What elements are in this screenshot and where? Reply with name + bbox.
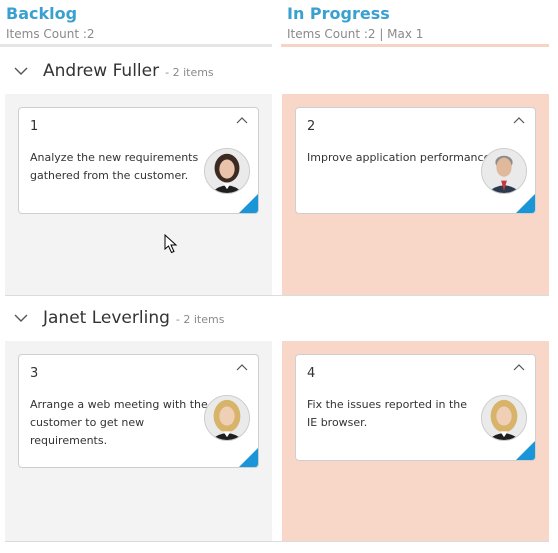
column-count: Items Count :2 <box>6 27 95 41</box>
swimlane-count: - 2 items <box>165 66 214 79</box>
card-corner-marker <box>516 441 535 460</box>
woman-avatar-icon <box>204 148 250 194</box>
card-3[interactable]: 3 Arrange a web meeting with the custome… <box>18 354 259 468</box>
card-corner-marker <box>239 194 258 213</box>
chevron-up-icon[interactable] <box>513 363 525 373</box>
card-4[interactable]: 4 Fix the issues reported in the IE brow… <box>295 354 536 461</box>
card-id: 2 <box>307 119 316 134</box>
chevron-up-icon[interactable] <box>236 116 248 126</box>
swimlane-divider <box>5 295 549 296</box>
mouse-cursor-icon <box>164 234 178 254</box>
cell-backlog-andrew-fuller: 1 Analyze the new requirements gathered … <box>5 94 272 295</box>
man-avatar-icon <box>481 148 527 194</box>
chevron-up-icon[interactable] <box>513 116 525 126</box>
column-title: In Progress <box>287 4 390 23</box>
column-count: Items Count :2 | Max 1 <box>287 27 424 41</box>
column-header-backlog: Backlog Items Count :2 <box>0 0 272 48</box>
chevron-down-icon[interactable] <box>13 310 29 326</box>
column-bar <box>0 44 272 47</box>
cell-backlog-janet-leverling: 3 Arrange a web meeting with the custome… <box>5 341 272 541</box>
swimlane-header-janet-leverling[interactable]: Janet Leverling - 2 items <box>0 298 549 342</box>
card-id: 4 <box>307 366 316 381</box>
card-text: Improve application performance <box>307 151 491 164</box>
swimlane-name: Janet Leverling <box>43 308 170 328</box>
card-text: Arrange a web meeting with the customer … <box>30 398 208 447</box>
blonde-woman-avatar-icon <box>481 395 527 441</box>
card-text: Analyze the new requirements gathered fr… <box>30 151 199 182</box>
card-id: 1 <box>30 119 39 134</box>
card-1[interactable]: 1 Analyze the new requirements gathered … <box>18 107 259 214</box>
cell-in-progress-janet-leverling: 4 Fix the issues reported in the IE brow… <box>282 341 549 541</box>
chevron-down-icon[interactable] <box>13 63 29 79</box>
swimlane-count: - 2 items <box>175 313 225 326</box>
card-text: Fix the issues reported in the IE browse… <box>307 398 468 429</box>
column-bar <box>281 44 549 47</box>
card-id: 3 <box>30 366 39 381</box>
blonde-woman-avatar-icon <box>204 395 250 441</box>
cell-in-progress-andrew-fuller: 2 Improve application performance <box>282 94 549 295</box>
card-corner-marker <box>239 448 258 467</box>
column-header-in-progress: In Progress Items Count :2 | Max 1 <box>281 0 549 48</box>
swimlane-name: Andrew Fuller <box>43 61 160 81</box>
card-2[interactable]: 2 Improve application performance <box>295 107 536 214</box>
card-corner-marker <box>516 194 535 213</box>
column-title: Backlog <box>6 4 78 23</box>
swimlane-header-andrew-fuller[interactable]: Andrew Fuller - 2 items <box>0 51 549 95</box>
chevron-up-icon[interactable] <box>236 363 248 373</box>
swimlane-divider <box>5 541 549 542</box>
